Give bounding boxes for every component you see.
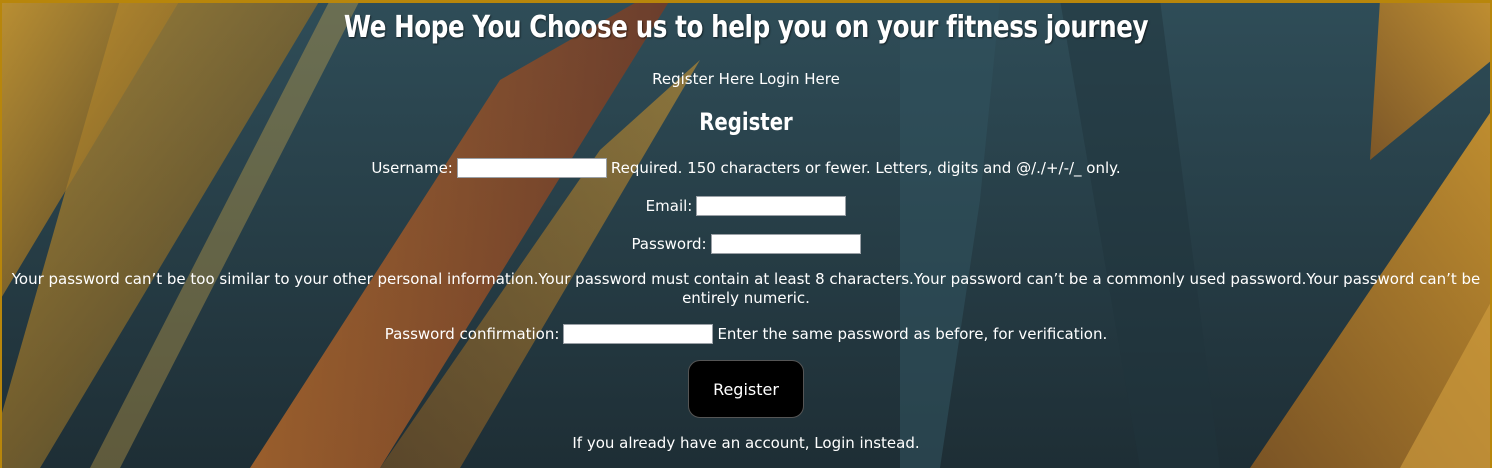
email-field[interactable]	[696, 196, 847, 216]
password-row: Password:	[0, 234, 1492, 254]
password-confirm-label: Password confirmation:	[384, 325, 560, 343]
submit-wrap: Register	[0, 360, 1492, 418]
login-prompt: If you already have an account, Login in…	[0, 434, 1492, 452]
username-label: Username:	[371, 159, 453, 177]
form-heading: Register	[699, 108, 793, 136]
password-confirm-row: Password confirmation: Enter the same pa…	[0, 324, 1492, 344]
main-content: We Hope You Choose us to help you on you…	[0, 0, 1492, 452]
username-field[interactable]	[456, 158, 607, 178]
page-title: We Hope You Choose us to help you on you…	[343, 10, 1149, 45]
login-prompt-text: If you already have an account,	[572, 434, 815, 452]
email-row: Email:	[0, 196, 1492, 216]
email-label: Email:	[645, 197, 693, 215]
register-button[interactable]: Register	[688, 360, 804, 418]
password-label: Password:	[631, 235, 707, 253]
username-row: Username: Required. 150 characters or fe…	[0, 158, 1492, 178]
username-help: Required. 150 characters or fewer. Lette…	[610, 159, 1121, 177]
password-confirm-help: Enter the same password as before, for v…	[717, 325, 1108, 343]
register-form: Username: Required. 150 characters or fe…	[0, 158, 1492, 418]
password-confirm-field[interactable]	[563, 324, 714, 344]
login-link[interactable]: Login Here	[759, 70, 840, 88]
password-field[interactable]	[710, 234, 861, 254]
password-help: Your password can’t be too similar to yo…	[11, 270, 1481, 307]
login-instead-link[interactable]: Login instead.	[814, 434, 919, 452]
auth-nav: Register Here Login Here	[0, 70, 1492, 88]
register-link[interactable]: Register Here	[652, 70, 754, 88]
